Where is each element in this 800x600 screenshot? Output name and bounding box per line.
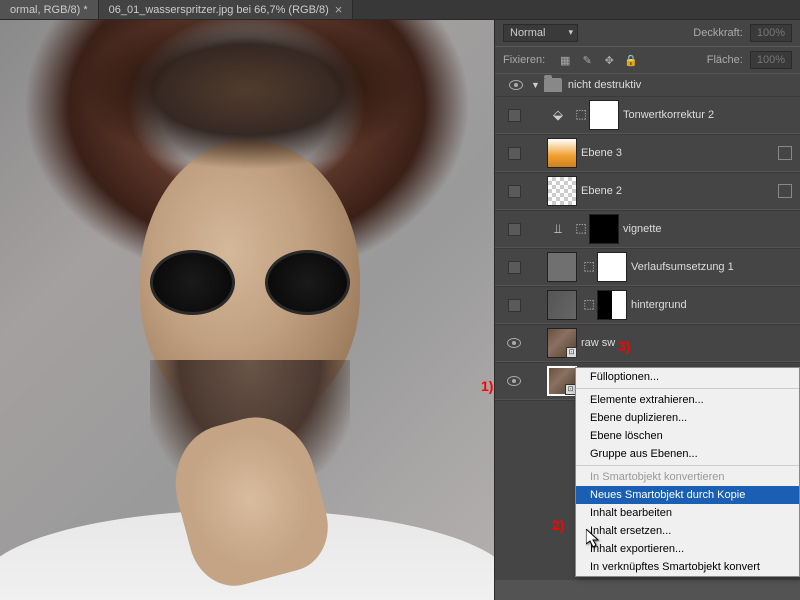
mask-thumbnail[interactable] xyxy=(589,214,619,244)
menu-separator xyxy=(576,388,799,389)
close-icon[interactable]: × xyxy=(335,2,343,17)
layer-thumbnail[interactable] xyxy=(547,176,577,206)
lock-all-icon[interactable]: 🔒 xyxy=(623,53,639,67)
visibility-toggle[interactable] xyxy=(508,261,521,274)
eye-icon[interactable] xyxy=(509,80,523,90)
context-menu: Fülloptionen... Elemente extrahieren... … xyxy=(575,367,800,577)
layer-name[interactable]: Ebene 2 xyxy=(581,185,778,197)
layer-thumbnail[interactable] xyxy=(547,290,577,320)
adj-thumbnail[interactable] xyxy=(547,252,577,282)
link-icon: ⬚ xyxy=(575,221,587,237)
menu-export-contents[interactable]: Inhalt exportieren... xyxy=(576,540,799,558)
tab-active[interactable]: ormal, RGB/8) * xyxy=(0,0,99,19)
menu-delete-layer[interactable]: Ebene löschen xyxy=(576,427,799,445)
menu-group-from-layers[interactable]: Gruppe aus Ebenen... xyxy=(576,445,799,463)
lock-position-icon[interactable]: ✥ xyxy=(601,53,617,67)
link-icon: ⬚ xyxy=(583,259,595,275)
folder-icon xyxy=(544,78,562,92)
menu-new-smart-object-via-copy[interactable]: Neues Smartobjekt durch Kopie xyxy=(576,486,799,504)
layer-name[interactable]: Ebene 3 xyxy=(581,147,778,159)
mask-thumbnail[interactable] xyxy=(597,290,627,320)
layer-row[interactable]: ⬚ Verlaufsumsetzung 1 xyxy=(495,248,800,286)
eye-icon[interactable] xyxy=(507,376,521,386)
lock-label: Fixieren: xyxy=(503,54,545,66)
opacity-label: Deckkraft: xyxy=(693,27,743,39)
mask-thumbnail[interactable] xyxy=(589,100,619,130)
fill-label: Fläche: xyxy=(707,54,743,66)
layer-name[interactable]: Tonwertkorrektur 2 xyxy=(623,109,796,121)
document-tabs: ormal, RGB/8) * 06_01_wasserspritzer.jpg… xyxy=(0,0,800,20)
disclosure-icon[interactable]: ▼ xyxy=(531,80,540,90)
tab-label: 06_01_wasserspritzer.jpg bei 66,7% (RGB/… xyxy=(109,4,329,16)
visibility-toggle[interactable] xyxy=(508,147,521,160)
layer-row[interactable]: Ebene 2 xyxy=(495,172,800,210)
lock-pixels-icon[interactable]: ✎ xyxy=(579,53,595,67)
levels-icon: ⬙ xyxy=(547,106,569,124)
tab-inactive[interactable]: 06_01_wasserspritzer.jpg bei 66,7% (RGB/… xyxy=(99,0,354,19)
layer-row[interactable]: Ebene 3 xyxy=(495,134,800,172)
layer-badge-icon xyxy=(778,146,792,160)
canvas-image xyxy=(0,20,494,600)
layer-row[interactable]: ⊡ raw sw xyxy=(495,324,800,362)
opacity-value[interactable]: 100% xyxy=(750,24,792,42)
eye-icon[interactable] xyxy=(507,338,521,348)
layer-badge-icon xyxy=(778,184,792,198)
menu-extract-elements[interactable]: Elemente extrahieren... xyxy=(576,391,799,409)
menu-fill-options[interactable]: Fülloptionen... xyxy=(576,368,799,386)
layer-name[interactable]: Verlaufsumsetzung 1 xyxy=(631,261,796,273)
visibility-toggle[interactable] xyxy=(508,109,521,122)
link-icon: ⬚ xyxy=(575,107,587,123)
tab-label: ormal, RGB/8) * xyxy=(10,4,88,16)
menu-convert-smart-object: In Smartobjekt konvertieren xyxy=(576,468,799,486)
menu-edit-contents[interactable]: Inhalt bearbeiten xyxy=(576,504,799,522)
layer-name[interactable]: vignette xyxy=(623,223,796,235)
menu-separator xyxy=(576,465,799,466)
lock-transparency-icon[interactable]: ▦ xyxy=(557,53,573,67)
group-name[interactable]: nicht destruktiv xyxy=(568,79,794,91)
layer-name[interactable]: hintergrund xyxy=(631,299,796,311)
layer-row[interactable]: ⬚ hintergrund xyxy=(495,286,800,324)
visibility-toggle[interactable] xyxy=(508,223,521,236)
panel-header: Normal Deckkraft: 100% xyxy=(495,20,800,46)
menu-duplicate-layer[interactable]: Ebene duplizieren... xyxy=(576,409,799,427)
layer-row[interactable]: ⬙ ⬚ Tonwertkorrektur 2 xyxy=(495,96,800,134)
layer-thumbnail[interactable]: ⊡ xyxy=(547,366,577,396)
layer-row[interactable]: ⫫ ⬚ vignette xyxy=(495,210,800,248)
menu-replace-contents[interactable]: Inhalt ersetzen... xyxy=(576,522,799,540)
visibility-toggle[interactable] xyxy=(508,299,521,312)
lock-row: Fixieren: ▦ ✎ ✥ 🔒 Fläche: 100% xyxy=(495,46,800,73)
layer-thumbnail[interactable]: ⊡ xyxy=(547,328,577,358)
smart-object-badge-icon: ⊡ xyxy=(566,347,577,358)
visibility-toggle[interactable] xyxy=(508,185,521,198)
blend-mode-dropdown[interactable]: Normal xyxy=(503,24,578,42)
canvas-area[interactable] xyxy=(0,20,494,600)
curves-icon: ⫫ xyxy=(547,220,569,238)
mask-thumbnail[interactable] xyxy=(597,252,627,282)
layer-thumbnail[interactable] xyxy=(547,138,577,168)
menu-convert-linked-smart-object[interactable]: In verknüpftes Smartobjekt konvert xyxy=(576,558,799,576)
link-icon: ⬚ xyxy=(583,297,595,313)
layer-name[interactable]: raw sw xyxy=(581,337,796,349)
layer-group[interactable]: ▼ nicht destruktiv xyxy=(495,73,800,96)
fill-value[interactable]: 100% xyxy=(750,51,792,69)
